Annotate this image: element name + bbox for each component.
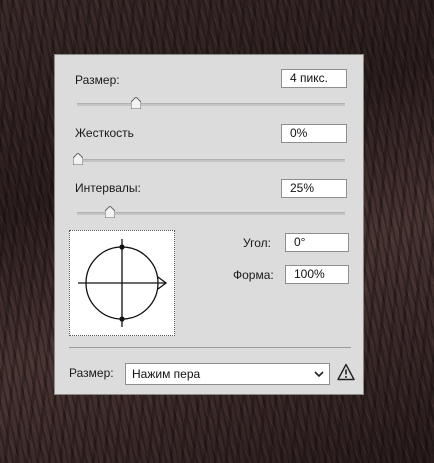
size-slider-thumb[interactable] (131, 97, 141, 109)
size-label: Размер: (75, 73, 120, 87)
hardness-slider-thumb[interactable] (73, 153, 83, 165)
spacing-slider-track[interactable] (77, 212, 345, 215)
roundness-field[interactable]: 100% (285, 265, 349, 284)
angle-field[interactable]: 0° (285, 233, 349, 252)
angle-label: Угол: (243, 236, 271, 250)
control-select[interactable]: Нажим пера (125, 363, 330, 385)
brush-tip-preview[interactable] (69, 230, 175, 336)
size-field[interactable]: 4 пикс. (281, 69, 347, 88)
roundness-label: Форма: (233, 268, 274, 282)
brush-tip-preview-icon (78, 239, 168, 327)
hardness-label: Жесткость (75, 126, 134, 140)
brush-settings-panel: Размер: 4 пикс. Жесткость 0% Интервалы: … (54, 54, 364, 395)
warning-icon (337, 363, 355, 381)
spacing-label: Интервалы: (75, 181, 141, 195)
divider (69, 347, 351, 348)
hardness-field[interactable]: 0% (281, 124, 347, 143)
chevron-down-icon (314, 371, 324, 378)
hardness-slider-track[interactable] (77, 159, 345, 162)
control-selected-value: Нажим пера (132, 367, 201, 381)
control-label: Размер: (69, 366, 114, 380)
spacing-field[interactable]: 25% (281, 179, 347, 198)
size-slider-track[interactable] (77, 103, 345, 106)
spacing-slider-thumb[interactable] (105, 206, 115, 218)
